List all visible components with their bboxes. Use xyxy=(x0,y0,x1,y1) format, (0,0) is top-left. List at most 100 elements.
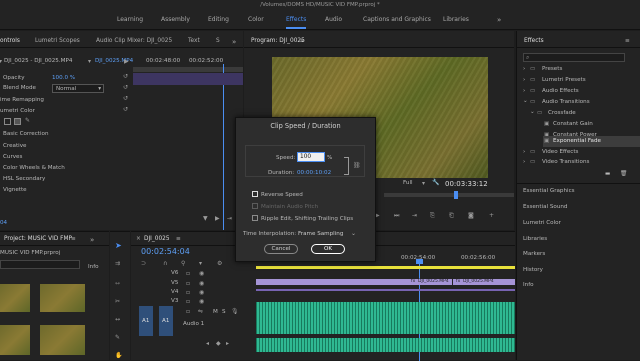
marker-icon[interactable]: ▾ xyxy=(199,260,202,267)
ok-button[interactable]: OK xyxy=(311,244,345,254)
pen-icon[interactable]: ✎ xyxy=(25,117,30,124)
go-to-out-icon[interactable]: ⇥ xyxy=(412,212,417,219)
tree-lumetri-presets[interactable]: Lumetri Presets xyxy=(542,77,586,83)
program-playhead[interactable] xyxy=(454,191,458,199)
workspace-audio[interactable]: Audio xyxy=(325,16,342,23)
chevron-down-icon[interactable]: ⌄ xyxy=(530,109,535,115)
work-area-bar[interactable] xyxy=(256,266,515,269)
tree-audio-transitions[interactable]: Audio Transitions xyxy=(542,99,590,105)
panel-libraries[interactable]: Libraries xyxy=(523,236,547,242)
lock-icon[interactable]: ▫ xyxy=(186,270,190,277)
clip-thumbnail[interactable] xyxy=(40,284,85,312)
menu-icon[interactable]: ≡ xyxy=(625,38,630,44)
basic-correction[interactable]: Basic Correction xyxy=(3,131,49,137)
hsl-secondary[interactable]: HSL Secondary xyxy=(3,176,45,182)
insert-icon[interactable]: ⎘ xyxy=(430,212,435,220)
tab-lumetri-scopes[interactable]: Lumetri Scopes xyxy=(35,38,80,44)
eye-icon[interactable]: ◉ xyxy=(199,298,204,305)
panel-essential-graphics[interactable]: Essential Graphics xyxy=(523,188,575,194)
clip-thumbnail[interactable] xyxy=(0,325,30,355)
lumetri-color-label[interactable]: umetri Color xyxy=(0,108,35,114)
mute-button[interactable]: M xyxy=(213,309,218,315)
new-bin-icon[interactable]: ▬ xyxy=(605,171,610,177)
chevron-down-icon[interactable]: ⌄ xyxy=(523,98,528,104)
workspace-color[interactable]: Color xyxy=(248,16,264,23)
lock-icon[interactable]: ▫ xyxy=(186,289,190,296)
overwrite-icon[interactable]: ⎗ xyxy=(449,212,454,220)
tab-more[interactable]: S xyxy=(216,38,220,44)
workspace-editing[interactable]: Editing xyxy=(208,16,229,23)
sequence-tab[interactable]: DJI_0025 xyxy=(144,236,170,242)
effects-search-input[interactable]: ⌕ xyxy=(523,53,625,62)
ripple-edit-checkbox[interactable] xyxy=(252,215,258,221)
panel-info[interactable]: Info xyxy=(523,282,534,288)
video-clip[interactable]: fx DJI_0025.MP4 xyxy=(256,279,452,285)
info-tab[interactable]: Info xyxy=(88,264,99,270)
panel-essential-sound[interactable]: Essential Sound xyxy=(523,204,567,210)
chevron-right-icon[interactable]: › xyxy=(523,149,525,155)
duration-value[interactable]: 00:00:10:02 xyxy=(297,170,331,176)
zoom-level[interactable]: Full xyxy=(403,180,413,186)
panel-markers[interactable]: Markers xyxy=(523,251,545,257)
lock-icon[interactable]: ▫ xyxy=(186,298,190,305)
more-tabs-icon[interactable]: » xyxy=(90,236,94,244)
track-select-tool-icon[interactable]: ⇉ xyxy=(115,260,120,267)
maintain-pitch-checkbox[interactable] xyxy=(252,203,258,209)
tree-audio-effects[interactable]: Audio Effects xyxy=(542,88,579,94)
slip-tool-icon[interactable]: ↔ xyxy=(115,316,120,323)
razor-tool-icon[interactable]: ✂ xyxy=(115,298,120,305)
project-search-input[interactable] xyxy=(0,260,80,269)
blend-mode-select[interactable]: Normal ▾ xyxy=(52,84,104,93)
magnet-icon[interactable]: ∩ xyxy=(163,260,167,267)
eye-icon[interactable]: ◉ xyxy=(199,280,204,287)
clip-thumbnail[interactable] xyxy=(0,284,30,312)
eye-icon[interactable]: ◉ xyxy=(199,270,204,277)
video-clip[interactable]: fx DJI_0025.MP4 xyxy=(453,279,515,285)
cancel-button[interactable]: Cancel xyxy=(264,244,298,254)
tree-exponential-fade[interactable]: Exponential Fade xyxy=(553,138,601,144)
keyframe-prev-icon[interactable]: ◂ xyxy=(206,340,209,347)
reset-icon[interactable]: ↺ xyxy=(123,73,128,80)
ripple-edit-tool-icon[interactable]: ⇿ xyxy=(115,280,120,287)
audio-clip[interactable] xyxy=(256,302,515,334)
effects-tab[interactable]: Effects xyxy=(524,38,544,44)
clip-thumbnail[interactable] xyxy=(40,325,85,355)
panel-lumetri-color[interactable]: Lumetri Color xyxy=(523,220,561,226)
workspace-assembly[interactable]: Assembly xyxy=(161,16,190,23)
curves[interactable]: Curves xyxy=(3,154,22,160)
close-icon[interactable]: × xyxy=(136,236,141,242)
ec-playhead[interactable] xyxy=(223,64,224,230)
program-scrubber[interactable] xyxy=(384,193,514,197)
maintain-pitch-label[interactable]: Maintain Audio Pitch xyxy=(261,204,318,210)
step-forward-icon[interactable]: ⏭ xyxy=(394,212,399,220)
speed-input[interactable]: 100 xyxy=(297,152,325,162)
lock-icon[interactable]: ▫ xyxy=(186,308,190,315)
solo-button[interactable]: S xyxy=(222,309,226,315)
tree-presets[interactable]: Presets xyxy=(542,66,562,72)
tree-crossfade[interactable]: Crossfade xyxy=(548,110,576,116)
camera-icon[interactable]: ◙ xyxy=(468,212,474,219)
opacity-value[interactable]: 100.0 % xyxy=(52,75,75,81)
workspace-libraries[interactable]: Libraries xyxy=(443,16,469,23)
lock-icon[interactable]: ▫ xyxy=(186,280,190,287)
chevron-right-icon[interactable]: › xyxy=(523,66,525,72)
wrench-icon[interactable]: 🔧 xyxy=(432,179,439,186)
more-tabs-icon[interactable]: » xyxy=(232,38,236,46)
delete-icon[interactable]: 🗑 xyxy=(620,171,627,177)
clip-selector[interactable]: DJI_0025 - DJI_0025.MP4 xyxy=(4,58,72,64)
timeline-timecode[interactable]: 00:02:54:04 xyxy=(141,247,190,256)
mini-timeline[interactable] xyxy=(133,67,243,72)
pen-tool-icon[interactable]: ✎ xyxy=(115,334,120,341)
play-icon[interactable]: ▶ xyxy=(124,58,129,65)
keyframe-next-icon[interactable]: ▸ xyxy=(226,340,229,347)
menu-icon[interactable]: ≡ xyxy=(300,38,305,44)
wrench-icon[interactable]: ⚙ xyxy=(217,260,222,267)
program-title[interactable]: Program: DJI_0025 xyxy=(251,38,305,44)
tree-constant-gain[interactable]: Constant Gain xyxy=(553,121,593,127)
tab-text[interactable]: Text xyxy=(188,38,200,44)
hand-tool-icon[interactable]: ✋ xyxy=(115,352,122,359)
workspace-captions[interactable]: Captions and Graphics xyxy=(363,16,431,23)
add-button-icon[interactable]: + xyxy=(489,212,494,219)
chevron-right-icon[interactable]: › xyxy=(523,88,525,94)
linked-icon[interactable]: ⚲ xyxy=(181,260,185,267)
